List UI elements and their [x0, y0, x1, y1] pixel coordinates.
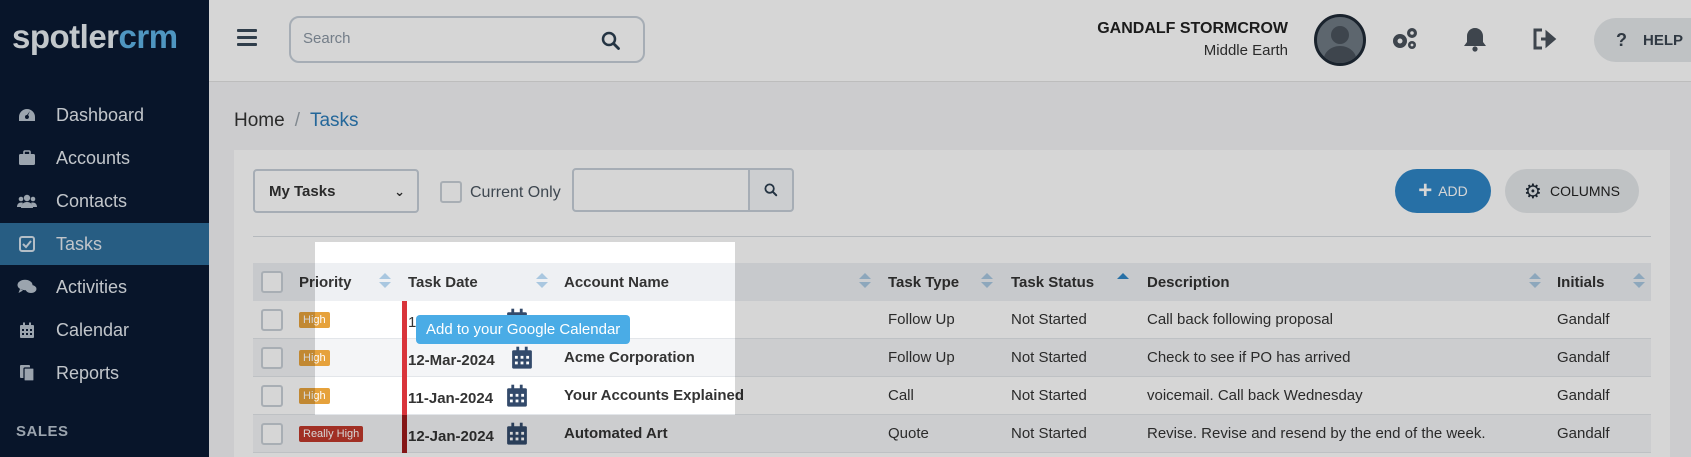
overlay-dim — [315, 415, 735, 457]
priority-bar — [402, 339, 407, 377]
overlay-dim — [735, 242, 1691, 457]
overlay-dim — [0, 242, 315, 457]
task-date: 11-Jan-2024 — [408, 390, 494, 407]
google-calendar-icon[interactable] — [505, 384, 529, 413]
overlay-dim — [0, 0, 1691, 242]
google-calendar-tooltip: Add to your Google Calendar — [416, 315, 631, 344]
header-task-date[interactable]: Task Date — [408, 274, 478, 291]
header-account-name[interactable]: Account Name — [564, 274, 669, 291]
task-date: 12-Mar-2024 — [408, 352, 495, 369]
google-calendar-icon[interactable] — [510, 346, 534, 375]
sort-task-date-icon[interactable] — [536, 273, 548, 291]
sort-priority-icon[interactable] — [379, 273, 391, 291]
priority-bar — [402, 301, 407, 339]
account-name[interactable]: Acme Corporation — [564, 349, 695, 366]
account-name[interactable]: Your Accounts Explained — [564, 387, 744, 404]
priority-bar — [402, 377, 407, 415]
